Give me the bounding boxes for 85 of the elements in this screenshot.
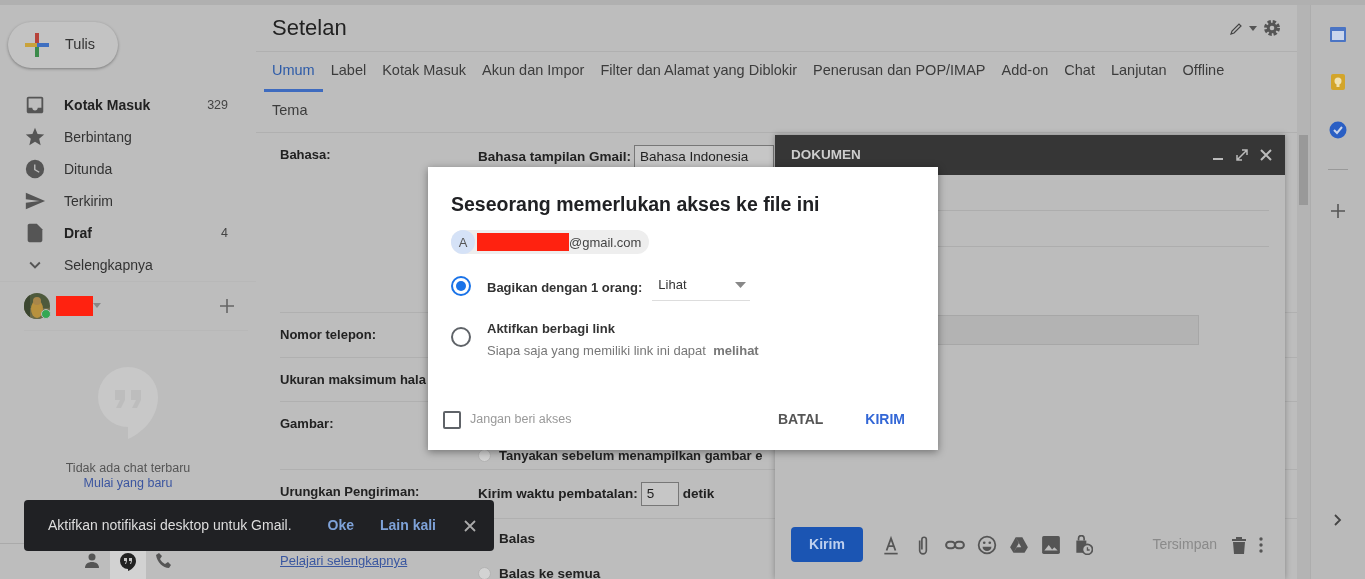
image-icon[interactable] xyxy=(1041,534,1061,555)
sidebar-item[interactable]: Selengkapnya xyxy=(64,254,228,276)
empty-chat-text: Tidak ada chat terbaru xyxy=(65,461,191,476)
settings-tab[interactable]: Filter dan Alamat yang Diblokir xyxy=(592,52,806,92)
option-label: Aktifkan berbagi link xyxy=(487,319,616,338)
more-icon[interactable] xyxy=(1259,536,1263,553)
start-chat-link[interactable]: Mulai yang baru xyxy=(83,476,173,491)
select-field[interactable]: 5 xyxy=(640,482,679,507)
online-status-dot xyxy=(41,309,51,319)
settings-tab[interactable]: Offline xyxy=(1174,52,1233,92)
send-button[interactable]: KIRIM xyxy=(857,403,913,436)
settings-tab[interactable]: Tema xyxy=(264,92,316,132)
select-field[interactable]: Bahasa Indonesia xyxy=(634,145,775,170)
settings-tab[interactable]: Kotak Masuk xyxy=(374,52,474,92)
triangle-drive-icon[interactable] xyxy=(1009,534,1029,555)
option-label: Balas ke semua xyxy=(499,564,601,579)
checkbox[interactable] xyxy=(443,410,461,429)
notification-text: Aktifkan notifikasi desktop untuk Gmail. xyxy=(48,516,293,535)
option-label: Bagikan dengan 1 orang: xyxy=(487,279,643,298)
trash-icon[interactable] xyxy=(1231,535,1247,554)
emoji-icon[interactable] xyxy=(977,534,997,555)
clock-icon xyxy=(24,158,46,180)
settings-tab[interactable]: Penerusan dan POP/IMAP xyxy=(805,52,994,92)
chat-icon xyxy=(119,551,137,572)
sidebar-item[interactable]: Terkirim xyxy=(64,190,228,212)
settings-tab[interactable]: Umum xyxy=(264,52,323,92)
sidebar-item[interactable]: Ditunda xyxy=(64,158,228,180)
scrollbar-thumb[interactable] xyxy=(1299,135,1308,205)
learn-more-link[interactable]: Pelajari selengkapnya xyxy=(280,551,408,571)
option-label: Tanyakan sebelum menampilkan gambar e xyxy=(499,447,763,465)
setting-label: Gambar: xyxy=(280,416,334,431)
caret-icon xyxy=(735,282,747,289)
text-format-icon[interactable] xyxy=(881,534,901,555)
add-icon[interactable] xyxy=(1331,204,1345,218)
setting-label: Bahasa: xyxy=(280,147,331,162)
star-icon xyxy=(24,126,46,148)
action-link[interactable]: Lain kali xyxy=(379,515,436,536)
bag-clock-icon[interactable] xyxy=(1073,534,1093,555)
caret-icon[interactable] xyxy=(1249,25,1257,31)
expand-icon[interactable] xyxy=(1235,148,1249,162)
settings-tab[interactable]: Lanjutan xyxy=(1102,52,1175,92)
permission-dropdown[interactable]: Lihat xyxy=(652,275,751,301)
close-icon[interactable] xyxy=(1259,148,1273,162)
setting-label: Nomor telepon: xyxy=(280,327,377,342)
setting-label: Urungkan Pengiriman: xyxy=(280,484,420,499)
option-label: Balas xyxy=(499,530,536,549)
settings-tab[interactable]: Label xyxy=(322,52,375,92)
field-label: Bahasa tampilan Gmail: xyxy=(478,148,632,166)
send-button[interactable]: Kirim xyxy=(791,527,863,562)
field-label: Kirim waktu pembatalan: xyxy=(478,485,638,503)
unit-label: detik xyxy=(682,485,715,503)
sidebar-item[interactable]: Berbintang xyxy=(64,126,228,148)
close-icon[interactable] xyxy=(464,519,476,532)
item-count: 4 xyxy=(221,224,228,242)
chevron-right-icon[interactable] xyxy=(1334,514,1342,526)
inbox-icon xyxy=(24,94,46,116)
pencil-icon[interactable] xyxy=(1230,21,1243,35)
settings-tab[interactable]: Akun dan Impor xyxy=(474,52,593,92)
task-check-icon[interactable] xyxy=(1329,121,1347,139)
add-icon[interactable] xyxy=(220,299,234,313)
radio-button[interactable] xyxy=(451,276,471,297)
sidebar-item[interactable]: Draf xyxy=(64,222,222,244)
avatar: A xyxy=(451,230,475,255)
item-count: 329 xyxy=(207,96,228,114)
email-text: @gmail.com xyxy=(569,233,642,252)
window-title: DOKUMEN xyxy=(791,145,862,164)
page-title: Setelan xyxy=(272,14,348,42)
dialog-title: Seseorang memerlukan akses ke file ini xyxy=(451,193,821,217)
action-link[interactable]: Oke xyxy=(327,515,354,536)
settings-tab[interactable]: Add-on xyxy=(993,52,1057,92)
plus-icon xyxy=(23,31,51,59)
cancel-button[interactable]: BATAL xyxy=(769,403,832,436)
setting-label: Ukuran maksimum hala xyxy=(280,371,426,387)
settings-icon[interactable] xyxy=(1263,19,1281,37)
settings-tab[interactable]: Chat xyxy=(1056,52,1103,92)
input-field[interactable] xyxy=(935,315,1199,345)
calendar-icon[interactable] xyxy=(1329,25,1347,43)
option-description: Siapa saja yang memiliki link ini dapat melihat xyxy=(487,342,759,361)
compose-button[interactable]: Tulis xyxy=(8,22,118,68)
checkbox-label: Jangan beri akses xyxy=(470,411,573,429)
sidebar-item[interactable]: Kotak Masuk xyxy=(64,94,208,116)
send-icon xyxy=(24,190,46,212)
radio-button[interactable] xyxy=(451,326,471,347)
redaction-mark xyxy=(56,296,93,316)
radio-button[interactable] xyxy=(478,567,491,579)
